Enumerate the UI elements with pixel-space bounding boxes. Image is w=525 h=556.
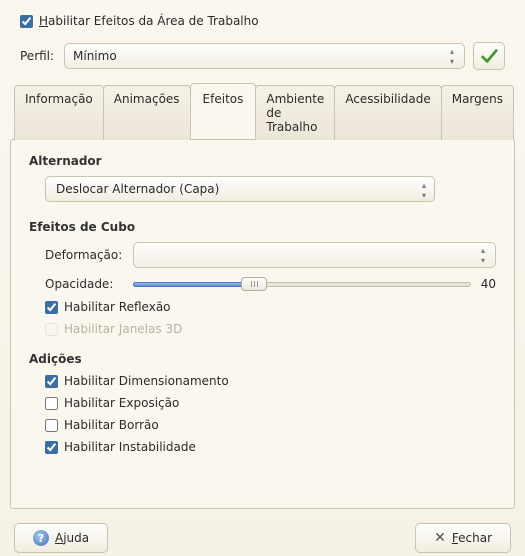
enable-desktop-effects-label: Habilitar Efeitos da Área de Trabalho (39, 14, 259, 28)
tab-bar: Informação Animações Efeitos Ambiente de… (10, 85, 515, 140)
tab-efeitos[interactable]: Efeitos (190, 83, 257, 138)
profile-select[interactable]: Mínimo ▴▾ (64, 43, 465, 69)
help-button-label: Ajuda (55, 531, 89, 545)
section-alternador-title: Alternador (29, 154, 496, 168)
help-icon: ? (33, 530, 49, 546)
opacidade-slider[interactable] (133, 276, 471, 292)
borrao-checkbox[interactable] (45, 419, 58, 432)
alternador-select[interactable]: Deslocar Alternador (Capa) ▴▾ (45, 176, 435, 202)
exposicao-label: Habilitar Exposição (64, 396, 179, 410)
tab-animacoes[interactable]: Animações (103, 85, 191, 140)
instabilidade-checkbox[interactable] (45, 441, 58, 454)
opacidade-value: 40 (481, 277, 496, 291)
janelas3d-checkbox (45, 323, 58, 336)
checkmark-icon (480, 47, 498, 65)
slider-thumb[interactable] (241, 277, 267, 291)
close-button[interactable]: ✕ Fechar (415, 523, 511, 553)
janelas3d-label: Habilitar Janelas 3D (64, 322, 182, 336)
opacidade-label: Opacidade: (45, 277, 125, 291)
chevron-updown-icon: ▴▾ (477, 247, 489, 265)
tab-acessibilidade[interactable]: Acessibilidade (334, 85, 441, 140)
effects-panel: Alternador Deslocar Alternador (Capa) ▴▾… (10, 139, 515, 509)
help-button[interactable]: ? Ajuda (14, 523, 108, 553)
instabilidade-label: Habilitar Instabilidade (64, 440, 196, 454)
reflexao-checkbox[interactable] (45, 301, 58, 314)
profile-select-value: Mínimo (73, 49, 117, 63)
enable-desktop-effects-checkbox[interactable] (20, 15, 33, 28)
dimensionamento-checkbox[interactable] (45, 375, 58, 388)
section-cubo-title: Efeitos de Cubo (29, 220, 496, 234)
chevron-updown-icon: ▴▾ (446, 48, 458, 66)
close-icon: ✕ (434, 530, 446, 546)
deformacao-select[interactable]: ▴▾ (133, 242, 496, 268)
dimensionamento-label: Habilitar Dimensionamento (64, 374, 229, 388)
borrao-label: Habilitar Borrão (64, 418, 159, 432)
exposicao-checkbox[interactable] (45, 397, 58, 410)
tab-informacao[interactable]: Informação (14, 85, 104, 140)
reflexao-label: Habilitar Reflexão (64, 300, 171, 314)
section-adicoes-title: Adições (29, 352, 496, 366)
alternador-select-value: Deslocar Alternador (Capa) (56, 182, 219, 196)
chevron-updown-icon: ▴▾ (422, 182, 426, 200)
tab-margens[interactable]: Margens (441, 85, 514, 140)
apply-button[interactable] (473, 42, 505, 70)
deformacao-label: Deformação: (45, 248, 125, 262)
close-button-label: Fechar (452, 531, 492, 545)
tab-ambiente[interactable]: Ambiente de Trabalho (255, 85, 335, 140)
profile-label: Perfil: (20, 49, 56, 63)
